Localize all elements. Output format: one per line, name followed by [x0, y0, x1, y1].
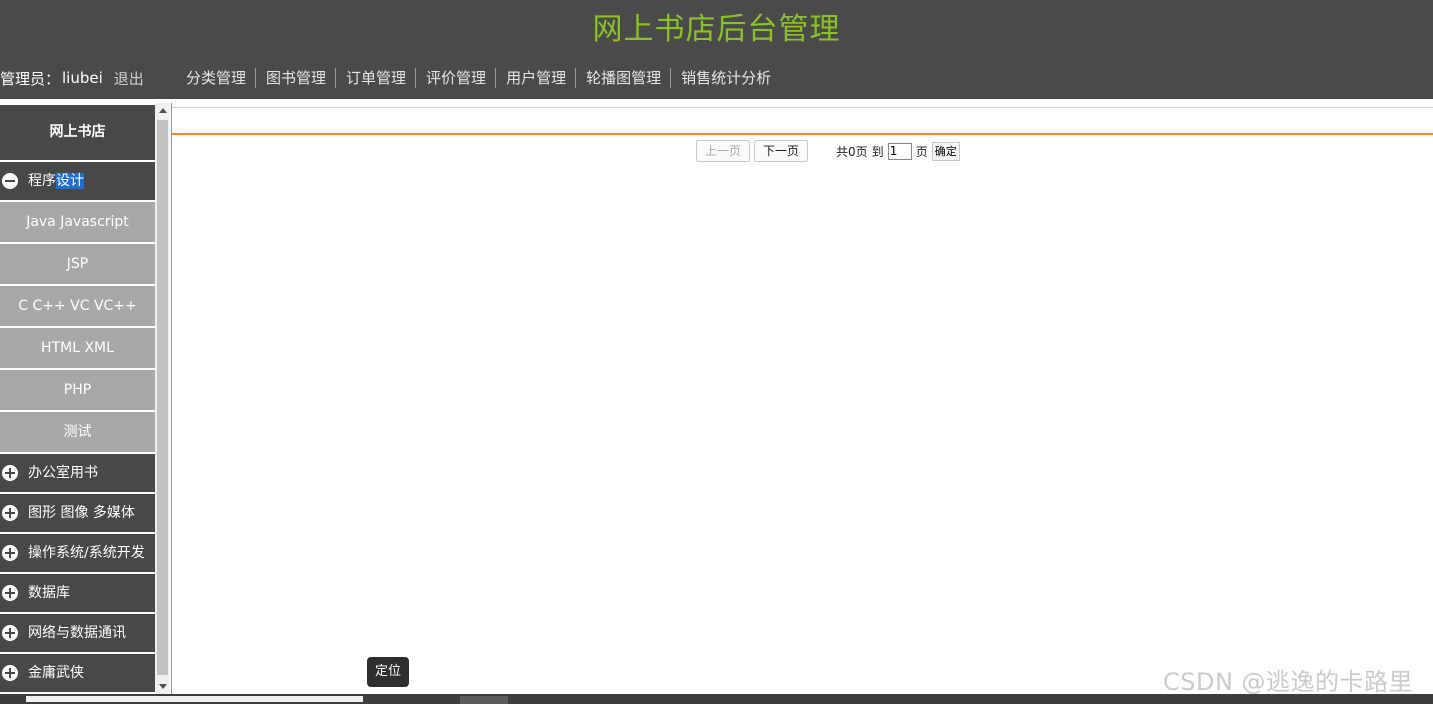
admin-info: 管理员： liubei 退出 [0, 68, 144, 88]
main-nav: 分类管理 图书管理 订单管理 评价管理 用户管理 轮播图管理 销售统计分析 [176, 67, 780, 89]
confirm-page-button[interactable]: 确定 [931, 141, 960, 161]
main-content: 上一页 下一页 共0页 到 页 确定 [172, 103, 1433, 694]
category-office-books[interactable]: 办公室用书 [0, 454, 155, 494]
category-label: 金庸武侠 [28, 665, 84, 681]
minus-circle-icon[interactable] [2, 173, 18, 189]
content-top-border [172, 107, 1433, 108]
bottom-scrollbar-strip [0, 694, 1433, 704]
category-database[interactable]: 数据库 [0, 574, 155, 614]
plus-circle-icon[interactable] [2, 625, 18, 641]
sidebar-title: 网上书店 [0, 105, 155, 162]
nav-item-order-management[interactable]: 订单管理 [336, 68, 417, 88]
category-label: 办公室用书 [28, 465, 98, 481]
category-label: 程序设计 [28, 162, 84, 200]
admin-label: 管理员： [0, 69, 61, 88]
app-window: 网上书店后台管理 管理员： liubei 退出 分类管理 图书管理 订单管理 评… [0, 0, 1433, 704]
subcategory-html-xml[interactable]: HTML XML [0, 328, 155, 370]
admin-name: liubei [62, 69, 103, 87]
horizontal-scroll-thumb[interactable] [26, 696, 363, 702]
prev-page-button[interactable]: 上一页 [696, 140, 751, 162]
category-sidebar: 网上书店 程序设计 Java Javascript JSP C C++ VC V… [0, 103, 172, 694]
site-title: 网上书店后台管理 [592, 12, 841, 47]
locate-button[interactable]: 定位 [367, 657, 409, 687]
category-programming[interactable]: 程序设计 [0, 162, 155, 202]
category-label: 图形 图像 多媒体 [28, 505, 135, 521]
category-label: 操作系统/系统开发 [28, 545, 145, 561]
sidebar-scrollbar[interactable] [155, 103, 170, 694]
next-page-button[interactable]: 下一页 [754, 140, 809, 162]
plus-circle-icon[interactable] [2, 505, 18, 521]
plus-circle-icon[interactable] [2, 465, 18, 481]
scrollbar-thumb[interactable] [157, 120, 168, 675]
orange-divider [172, 133, 1433, 135]
nav-item-sales-statistics[interactable]: 销售统计分析 [671, 68, 780, 88]
nav-item-user-management[interactable]: 用户管理 [496, 68, 577, 88]
plus-circle-icon[interactable] [2, 585, 18, 601]
category-networking[interactable]: 网络与数据通讯 [0, 614, 155, 654]
scroll-up-button[interactable] [155, 103, 170, 118]
subcategory-java-javascript[interactable]: Java Javascript [0, 202, 155, 244]
arrow-up-icon [158, 108, 167, 113]
category-graphics-multimedia[interactable]: 图形 图像 多媒体 [0, 494, 155, 534]
category-label: 网络与数据通讯 [28, 625, 126, 641]
category-list: 网上书店 程序设计 Java Javascript JSP C C++ VC V… [0, 103, 155, 694]
page-unit-label: 页 [915, 144, 928, 159]
scroll-down-button[interactable] [155, 679, 170, 694]
header-bar: 网上书店后台管理 管理员： liubei 退出 分类管理 图书管理 订单管理 评… [0, 0, 1433, 99]
pagination: 上一页 下一页 共0页 到 页 确定 [696, 140, 960, 162]
nav-item-book-management[interactable]: 图书管理 [256, 68, 337, 88]
arrow-down-icon [158, 684, 167, 689]
logout-link[interactable]: 退出 [114, 68, 144, 89]
subcategory-c-cpp[interactable]: C C++ VC VC++ [0, 286, 155, 328]
plus-circle-icon[interactable] [2, 665, 18, 681]
category-operating-systems[interactable]: 操作系统/系统开发 [0, 534, 155, 574]
plus-circle-icon[interactable] [2, 545, 18, 561]
subcategory-jsp[interactable]: JSP [0, 244, 155, 286]
subcategory-php[interactable]: PHP [0, 370, 155, 412]
total-pages-text: 共0页 [836, 144, 868, 159]
goto-label: 到 [871, 144, 884, 159]
category-jin-yong-wuxia[interactable]: 金庸武侠 [0, 654, 155, 694]
category-label-selected: 设计 [56, 173, 84, 189]
nav-item-category-management[interactable]: 分类管理 [176, 68, 257, 88]
watermark-text: CSDN @逃逸的卡路里 [1163, 668, 1414, 696]
page-number-input[interactable] [887, 142, 912, 160]
category-label: 数据库 [28, 585, 70, 601]
nav-item-review-management[interactable]: 评价管理 [416, 68, 497, 88]
taskbar-segment [460, 696, 508, 704]
nav-item-carousel-management[interactable]: 轮播图管理 [576, 68, 672, 88]
category-label-plain: 程序 [28, 173, 56, 189]
subcategory-test[interactable]: 测试 [0, 412, 155, 454]
